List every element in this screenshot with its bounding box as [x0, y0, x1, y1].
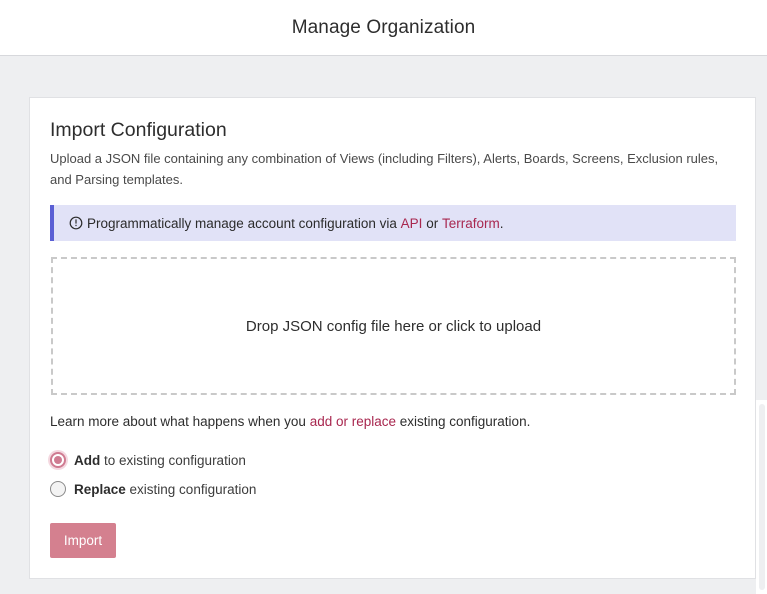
radio-option-add[interactable]: Add to existing configuration	[50, 452, 246, 468]
radio-add-rest: to existing configuration	[100, 452, 246, 468]
radio-add[interactable]	[50, 452, 66, 468]
radio-replace-label: Replace existing configuration	[74, 482, 256, 497]
learn-more-text: Learn more about what happens when you a…	[50, 414, 530, 429]
add-or-replace-link[interactable]: add or replace	[310, 414, 396, 429]
learn-more-after: existing configuration.	[396, 414, 531, 429]
radio-add-bold: Add	[74, 452, 101, 468]
page-header: Manage Organization	[0, 0, 767, 56]
radio-replace-rest: existing configuration	[125, 481, 257, 497]
radio-replace-bold: Replace	[74, 481, 126, 497]
info-text-middle: or	[422, 215, 442, 231]
card-title: Import Configuration	[50, 119, 227, 141]
import-button[interactable]: Import	[50, 523, 116, 558]
file-dropzone[interactable]: Drop JSON config file here or click to u…	[51, 257, 736, 395]
info-text-before: Programmatically manage account configur…	[87, 215, 401, 231]
learn-more-before: Learn more about what happens when you	[50, 414, 310, 429]
card-description: Upload a JSON file containing any combin…	[50, 151, 719, 187]
import-configuration-card: Import Configuration Upload a JSON file …	[29, 97, 756, 579]
info-banner: Programmatically manage account configur…	[50, 205, 736, 241]
info-text-after: .	[499, 215, 504, 231]
terraform-link[interactable]: Terraform	[442, 216, 500, 231]
dropzone-label: Drop JSON config file here or click to u…	[245, 317, 542, 335]
scrollbar-thumb[interactable]	[759, 404, 765, 590]
radio-add-label: Add to existing configuration	[74, 453, 246, 468]
info-circle-icon	[69, 216, 83, 230]
radio-replace[interactable]	[50, 481, 66, 497]
api-link[interactable]: API	[401, 216, 423, 231]
page-title: Manage Organization	[291, 16, 476, 38]
radio-option-replace[interactable]: Replace existing configuration	[50, 481, 256, 497]
